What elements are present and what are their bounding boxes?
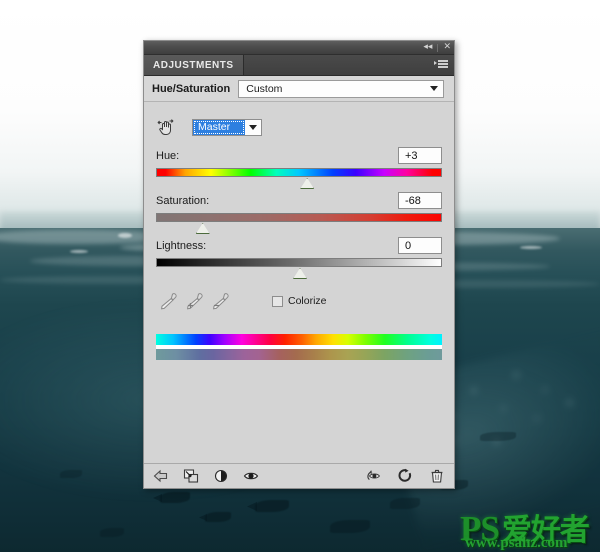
slider-label-hue: Hue: xyxy=(156,149,180,162)
slider-track-lightness[interactable] xyxy=(156,258,442,267)
slider-group: Hue: +3 Saturation: -68 Lightness: 0 xyxy=(156,146,442,279)
reset-adjustment-button[interactable] xyxy=(397,468,413,484)
panel-menu-icon[interactable] xyxy=(434,59,448,70)
clip-to-layer-button[interactable] xyxy=(183,468,199,484)
slider-lightness: Lightness: 0 xyxy=(156,236,442,279)
panel-tab-row: ADJUSTMENTS xyxy=(144,55,454,76)
eyedropper-tools-row: Colorize xyxy=(156,290,442,312)
tab-adjustments[interactable]: ADJUSTMENTS xyxy=(144,55,244,75)
preview-previous-state-button[interactable] xyxy=(365,468,381,484)
adjusted-spectrum-bar[interactable] xyxy=(156,349,442,360)
eyedropper-icon[interactable] xyxy=(156,291,180,311)
colorize-checkbox[interactable]: Colorize xyxy=(272,295,327,307)
colorize-label: Colorize xyxy=(288,295,327,307)
return-to-adjustment-list-button[interactable] xyxy=(153,468,169,484)
slider-thumb-saturation[interactable] xyxy=(195,223,210,234)
slider-value-hue[interactable]: +3 xyxy=(398,147,442,164)
panel-body: Master Hue: +3 Saturation: -68 Lightness: 0 xyxy=(144,102,454,312)
on-image-adjustment-hand-icon[interactable] xyxy=(156,117,176,137)
preset-dropdown[interactable]: Custom xyxy=(238,79,444,98)
page-title: Hue/Saturation xyxy=(152,82,231,95)
checkbox-box[interactable] xyxy=(272,295,283,307)
eyedropper-plus-icon[interactable] xyxy=(182,291,206,311)
slider-track-saturation[interactable] xyxy=(156,213,442,222)
site-watermark: PS 爱好者 www.psahz.com xyxy=(460,505,600,551)
chevron-down-icon xyxy=(430,86,438,91)
slider-thumb-lightness[interactable] xyxy=(293,268,307,279)
slider-value-lightness[interactable]: 0 xyxy=(398,237,442,254)
titlebar-divider xyxy=(437,43,439,52)
tab-empty-area xyxy=(243,55,454,75)
slider-hue: Hue: +3 xyxy=(156,146,442,189)
slider-saturation: Saturation: -68 xyxy=(156,191,442,234)
close-icon[interactable]: ✕ xyxy=(443,43,451,52)
collapse-to-icons-button[interactable]: ◂◂ xyxy=(423,43,432,52)
adjustments-panel: ◂◂ ✕ ADJUSTMENTS Hue/Saturation Custom M… xyxy=(143,40,455,489)
slider-label-lightness: Lightness: xyxy=(156,239,207,252)
delete-adjustment-layer-button[interactable] xyxy=(429,468,445,484)
slider-label-saturation: Saturation: xyxy=(156,194,210,207)
panel-footer xyxy=(144,463,454,488)
spectrum-bars xyxy=(156,334,442,360)
eyedropper-minus-icon[interactable] xyxy=(208,291,232,311)
preset-value: Custom xyxy=(246,82,283,95)
toggle-layer-visibility-button[interactable] xyxy=(243,468,259,484)
chevron-down-icon[interactable] xyxy=(245,119,261,135)
slider-track-hue[interactable] xyxy=(156,168,442,177)
original-spectrum-bar[interactable] xyxy=(156,334,442,345)
panel-titlebar[interactable]: ◂◂ ✕ xyxy=(144,41,454,55)
slider-value-saturation[interactable]: -68 xyxy=(398,192,442,209)
channel-row: Master xyxy=(156,114,442,140)
watermark-url: www.psahz.com xyxy=(465,535,568,551)
adjustment-subheader: Hue/Saturation Custom xyxy=(144,76,454,102)
slider-thumb-hue[interactable] xyxy=(300,178,315,189)
channel-value: Master xyxy=(193,119,245,135)
toggle-grayscale-preview-button[interactable] xyxy=(213,468,229,484)
channel-dropdown[interactable]: Master xyxy=(192,118,262,136)
